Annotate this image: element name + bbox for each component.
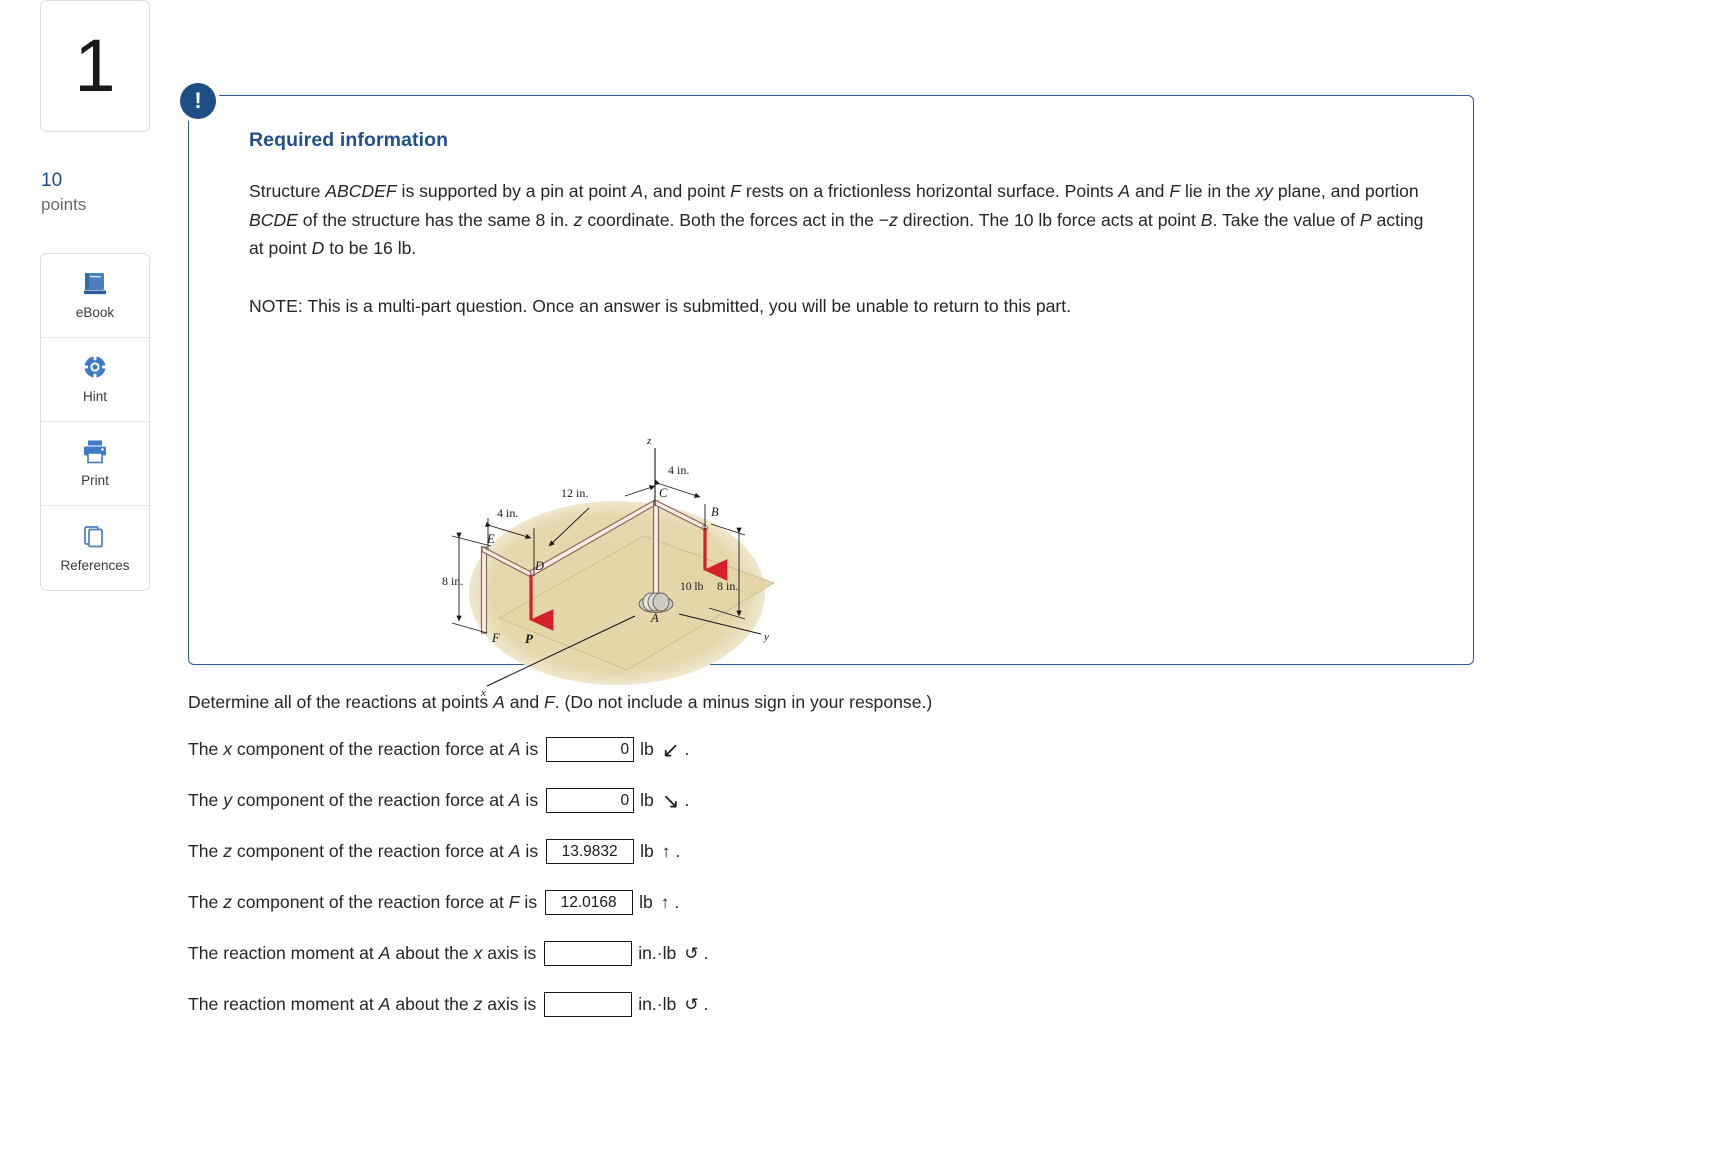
answer-input-az[interactable] bbox=[546, 839, 635, 864]
references-button[interactable]: References bbox=[41, 505, 149, 590]
question-page: 1 10 points eBook Hint Print References … bbox=[0, 0, 1722, 1150]
arrow-up-icon: ↑ bbox=[660, 893, 670, 912]
answer-label-ax: The x component of the reaction force at… bbox=[188, 739, 539, 759]
answer-input-ax[interactable] bbox=[546, 737, 635, 762]
load-P-label: P bbox=[525, 631, 534, 646]
points-value: 10 bbox=[41, 170, 63, 191]
hint-label: Hint bbox=[82, 389, 107, 405]
answer-input-ay[interactable] bbox=[546, 788, 635, 813]
point-label-B: B bbox=[711, 505, 719, 519]
answer-row-mz: The reaction moment at A about the z axi… bbox=[188, 992, 1488, 1017]
answer-label-mx: The reaction moment at A about the x axi… bbox=[188, 943, 537, 963]
dim-4in-top: 4 in. bbox=[668, 463, 689, 477]
answer-row-az: The z component of the reaction force at… bbox=[188, 839, 1488, 864]
arrow-down-left-icon: ↙ bbox=[661, 739, 680, 762]
book-icon bbox=[80, 270, 110, 298]
point-label-A: A bbox=[650, 611, 659, 625]
structure-diagram-svg: z y x 10 lb P C B A D E F 4 in. 12 in. 4… bbox=[442, 435, 775, 699]
answer-unit-ax: lb bbox=[640, 739, 654, 759]
arrow-down-right-icon: ↘ bbox=[661, 790, 680, 813]
required-information-panel: Required information Structure ABCDEF is… bbox=[188, 95, 1474, 699]
multipart-note: NOTE: This is a multi-part question. Onc… bbox=[249, 295, 1072, 316]
lifesaver-icon bbox=[80, 354, 110, 382]
answer-label-mz: The reaction moment at A about the z axi… bbox=[188, 994, 537, 1014]
answer-input-fz[interactable] bbox=[545, 890, 634, 915]
copy-pages-icon bbox=[80, 523, 110, 551]
load-10lb-label: 10 lb bbox=[680, 581, 704, 593]
alert-badge-icon: ! bbox=[180, 83, 216, 119]
print-button[interactable]: Print bbox=[41, 421, 149, 506]
answer-row-ay: The y component of the reaction force at… bbox=[188, 788, 1488, 813]
answer-input-mz[interactable] bbox=[544, 992, 633, 1017]
print-label: Print bbox=[81, 473, 109, 489]
question-prompt: Determine all of the reactions at points… bbox=[188, 692, 933, 712]
points-label: points bbox=[41, 194, 87, 214]
points-block: 10 points bbox=[40, 168, 150, 217]
answer-unit-mx: in.·lb bbox=[638, 943, 677, 963]
answer-unit-mz: in.·lb bbox=[638, 994, 677, 1014]
answer-period-mx: . bbox=[703, 943, 709, 963]
answer-period-ay: . bbox=[684, 790, 690, 810]
required-information-title: Required information bbox=[249, 129, 449, 151]
answer-unit-ay: lb bbox=[640, 790, 654, 810]
tool-stack: eBook Hint Print References bbox=[40, 252, 150, 591]
ebook-label: eBook bbox=[75, 305, 115, 321]
references-label: References bbox=[60, 557, 130, 573]
answer-period-az: . bbox=[675, 841, 681, 861]
point-label-F: F bbox=[491, 631, 500, 645]
dim-8in-left: 8 in. bbox=[442, 574, 463, 588]
question-number-box: 1 bbox=[40, 0, 150, 132]
arrow-up-icon: ↑ bbox=[661, 842, 671, 861]
answer-unit-fz: lb bbox=[639, 892, 653, 912]
answer-period-ax: . bbox=[684, 739, 690, 759]
ebook-button[interactable]: eBook bbox=[41, 253, 149, 338]
axis-y-label: y bbox=[763, 631, 769, 643]
question-number: 1 bbox=[74, 24, 116, 107]
hint-button[interactable]: Hint bbox=[41, 337, 149, 422]
dim-4in-left: 4 in. bbox=[497, 506, 518, 520]
printer-icon bbox=[80, 438, 110, 466]
answer-label-ay: The y component of the reaction force at… bbox=[188, 790, 539, 810]
point-label-C: C bbox=[659, 486, 668, 500]
point-label-E: E bbox=[486, 532, 495, 546]
dim-8in-right: 8 in. bbox=[717, 579, 738, 593]
answer-row-ax: The x component of the reaction force at… bbox=[188, 737, 1488, 762]
left-rail: 1 10 points eBook Hint Print References bbox=[40, 0, 150, 591]
problem-statement: Structure ABCDEF is supported by a pin a… bbox=[249, 181, 1424, 258]
answer-input-mx[interactable] bbox=[544, 941, 633, 966]
answer-unit-az: lb bbox=[640, 841, 654, 861]
answer-row-fz: The z component of the reaction force at… bbox=[188, 890, 1488, 915]
rotate-ccw-icon: ↺ bbox=[684, 944, 699, 963]
axis-z-label: z bbox=[646, 435, 652, 447]
answer-label-fz: The z component of the reaction force at… bbox=[188, 892, 538, 912]
structure-figure: z y x 10 lb P C B A D E F 4 in. 12 in. 4… bbox=[439, 418, 799, 703]
dim-12in: 12 in. bbox=[561, 486, 588, 500]
question-body: Determine all of the reactions at points… bbox=[188, 692, 1488, 1043]
point-label-D: D bbox=[534, 559, 544, 573]
answer-row-mx: The reaction moment at A about the x axi… bbox=[188, 941, 1488, 966]
answer-label-az: The z component of the reaction force at… bbox=[188, 841, 539, 861]
rotate-ccw-icon: ↺ bbox=[684, 995, 699, 1014]
answer-period-mz: . bbox=[703, 994, 709, 1014]
answer-period-fz: . bbox=[674, 892, 680, 912]
